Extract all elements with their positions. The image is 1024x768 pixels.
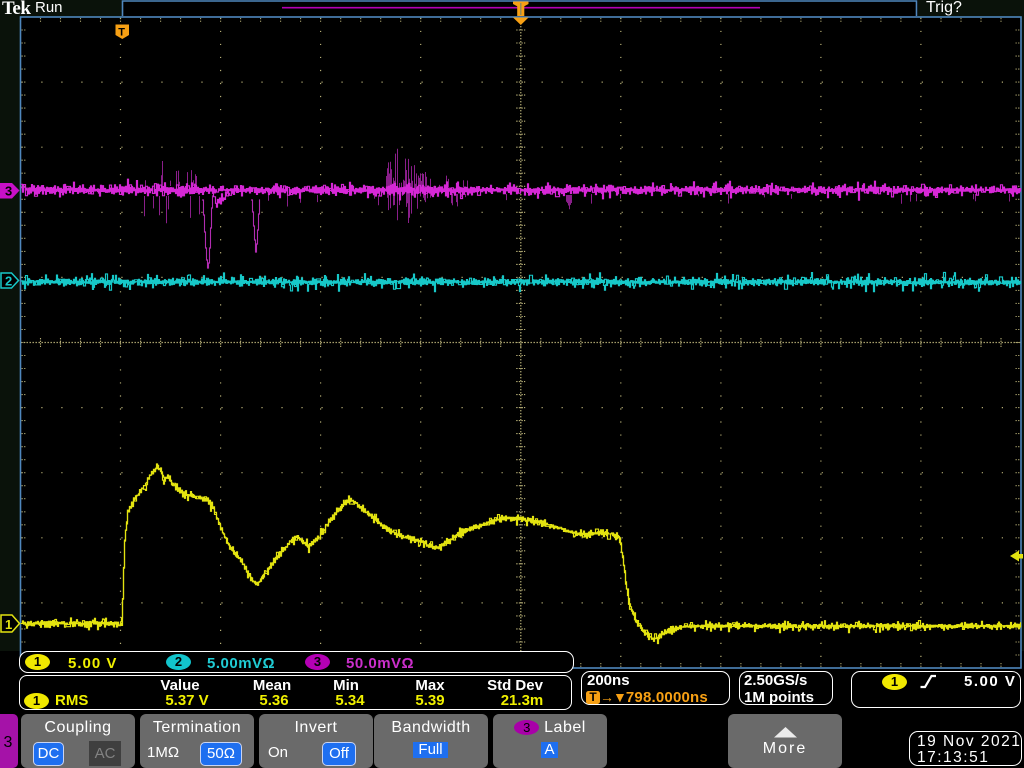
svg-text:1: 1: [5, 617, 12, 632]
svg-text:T: T: [118, 27, 125, 39]
svg-text:3: 3: [5, 184, 12, 199]
svg-text:2: 2: [5, 274, 12, 289]
